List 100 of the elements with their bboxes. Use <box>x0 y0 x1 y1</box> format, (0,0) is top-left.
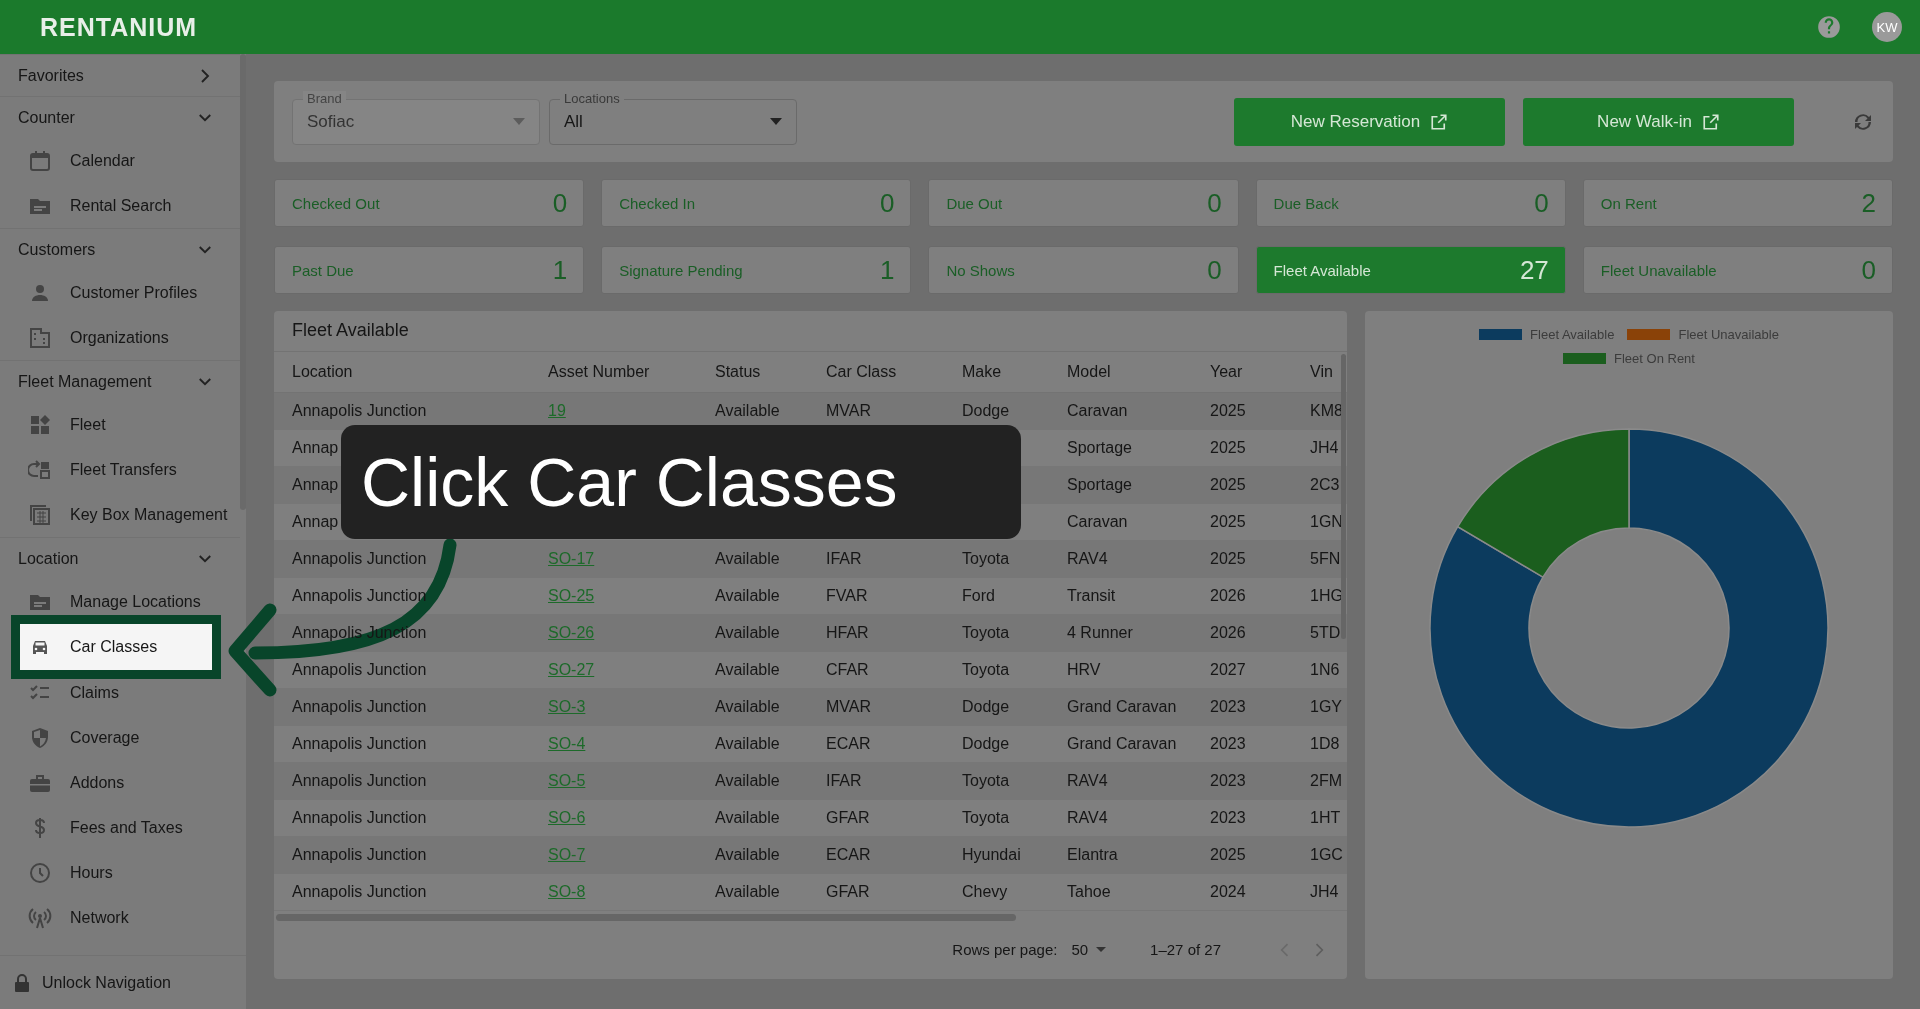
stat-label: No Shows <box>946 261 1015 279</box>
action-button[interactable]: New Walk-in <box>1523 97 1794 146</box>
lock-icon <box>14 973 30 992</box>
section-label: Customers <box>18 240 96 259</box>
table-cell: 2023 <box>1192 762 1292 800</box>
table-cell: 2024 <box>1192 873 1292 911</box>
stat-label: Due Out <box>946 194 1003 212</box>
table-cell: 2026 <box>1192 577 1292 615</box>
action-button[interactable]: New Reservation <box>1234 97 1505 146</box>
table-cell: 2FM <box>1292 762 1347 800</box>
stat-value: 1 <box>879 254 895 286</box>
table-cell: HFAR <box>808 614 944 652</box>
sidebar-item[interactable]: Coverage <box>0 715 240 760</box>
caret-icon <box>513 117 525 126</box>
table-cell: Available <box>697 688 808 726</box>
table-cell: CFAR <box>808 651 944 689</box>
grid-icon <box>28 412 52 437</box>
table-cell: Grand Caravan <box>1049 688 1192 726</box>
table-cell: Grand Caravan <box>1049 725 1192 763</box>
sidebar-item[interactable]: Calendar <box>0 138 240 183</box>
sidebar-item[interactable]: Fleet <box>0 402 240 447</box>
sidebar-item[interactable]: Rental Search <box>0 183 240 228</box>
rows-per-page-select[interactable]: 50 <box>1071 941 1107 959</box>
table-cell: IFAR <box>808 762 944 800</box>
table-cell: JH4 <box>1292 873 1347 911</box>
table-cell: 2027 <box>1192 651 1292 689</box>
table-cell: Available <box>697 873 808 911</box>
antenna-icon <box>28 905 52 930</box>
rows-per-page-label: Rows per page: <box>952 941 1058 959</box>
scrollbar[interactable] <box>276 914 1016 921</box>
stat-tile[interactable]: Fleet Available 27 <box>1255 246 1566 294</box>
table-cell: Available <box>697 836 808 874</box>
table-cell: RAV4 <box>1049 762 1192 800</box>
sidebar-item[interactable]: Claims <box>0 670 240 715</box>
table-cell: GFAR <box>808 873 944 911</box>
unlock-navigation-button[interactable]: Unlock Navigation <box>0 955 246 1009</box>
stat-label: Fleet Available <box>1273 261 1371 279</box>
table-cell: ECAR <box>808 725 944 763</box>
column-header[interactable]: Location <box>274 351 530 393</box>
table-cell: FVAR <box>808 577 944 615</box>
table-cell: MVAR <box>808 688 944 726</box>
user-avatar[interactable]: KW <box>1872 12 1902 42</box>
table-cell: Caravan <box>1049 503 1192 541</box>
sidebar-item[interactable]: Organizations <box>0 315 240 360</box>
logo: RENTANIUM <box>40 12 199 42</box>
table-cell: Annapolis Junction <box>274 873 530 911</box>
table-cell: Toyota <box>944 651 1049 689</box>
building-icon <box>28 325 52 350</box>
stat-value: 2 <box>1861 187 1876 219</box>
tutorial-callout: Click Car Classes <box>341 425 1021 539</box>
legend-label: Fleet On Rent <box>1614 351 1695 366</box>
scrollbar[interactable] <box>1341 354 1346 639</box>
column-header[interactable]: Car Class <box>808 351 944 393</box>
column-header[interactable]: Asset Number <box>530 351 697 393</box>
sidebar-item[interactable]: Key Box Management <box>0 492 240 537</box>
table-cell: Annapolis Junction <box>274 762 530 800</box>
sidebar-item[interactable]: Manage Locations <box>0 579 240 624</box>
column-header[interactable]: Model <box>1049 351 1192 393</box>
external-link-icon <box>1430 112 1449 131</box>
table-cell: Ford <box>944 577 1049 615</box>
table-cell: Available <box>697 762 808 800</box>
table-cell: Toyota <box>944 762 1049 800</box>
table-cell: Available <box>697 577 808 615</box>
table-cell: 2025 <box>1192 466 1292 504</box>
field-value: All <box>564 111 583 132</box>
section-label: Favorites <box>18 66 84 85</box>
stat-value: 0 <box>1861 254 1876 286</box>
caret-icon <box>770 117 782 126</box>
column-header[interactable]: Make <box>944 351 1049 393</box>
sidebar-item[interactable]: Customer Profiles <box>0 270 240 315</box>
stat-label: Checked Out <box>292 194 380 212</box>
table-cell: 1GY <box>1292 688 1347 726</box>
stat-label: Signature Pending <box>619 261 743 279</box>
table-cell: 2025 <box>1192 836 1292 874</box>
stat-value: 0 <box>1207 187 1222 219</box>
sidebar-item[interactable]: Addons <box>0 760 240 805</box>
scrollbar[interactable] <box>240 54 246 510</box>
column-header[interactable]: Year <box>1192 351 1292 393</box>
stat-label: Checked In <box>619 194 696 212</box>
table-cell: Available <box>697 614 808 652</box>
help-icon[interactable] <box>1816 14 1842 40</box>
caret-icon <box>1096 946 1107 953</box>
table-cell: Chevy <box>944 873 1049 911</box>
table-cell: Toyota <box>944 540 1049 578</box>
nav-section-header[interactable]: Location <box>0 537 240 579</box>
sidebar-item[interactable]: Fleet Transfers <box>0 447 240 492</box>
sidebar-item[interactable]: Fees and Taxes <box>0 805 240 850</box>
sidebar-item[interactable]: Network <box>0 895 240 940</box>
column-header[interactable]: Status <box>697 351 808 393</box>
table-cell: 1N6 <box>1292 651 1347 689</box>
table-cell: ECAR <box>808 836 944 874</box>
table-cell: 1D8 <box>1292 725 1347 763</box>
stat-label: On Rent <box>1600 194 1657 212</box>
table-cell: 2023 <box>1192 725 1292 763</box>
table-cell: Annapolis Junction <box>274 688 530 726</box>
sidebar-item[interactable]: Hours <box>0 850 240 895</box>
table-cell: Annapolis Junction <box>274 836 530 874</box>
section-label: Location <box>18 549 79 568</box>
table-title: Fleet Available <box>274 311 1347 352</box>
field-label: Brand <box>303 90 346 106</box>
